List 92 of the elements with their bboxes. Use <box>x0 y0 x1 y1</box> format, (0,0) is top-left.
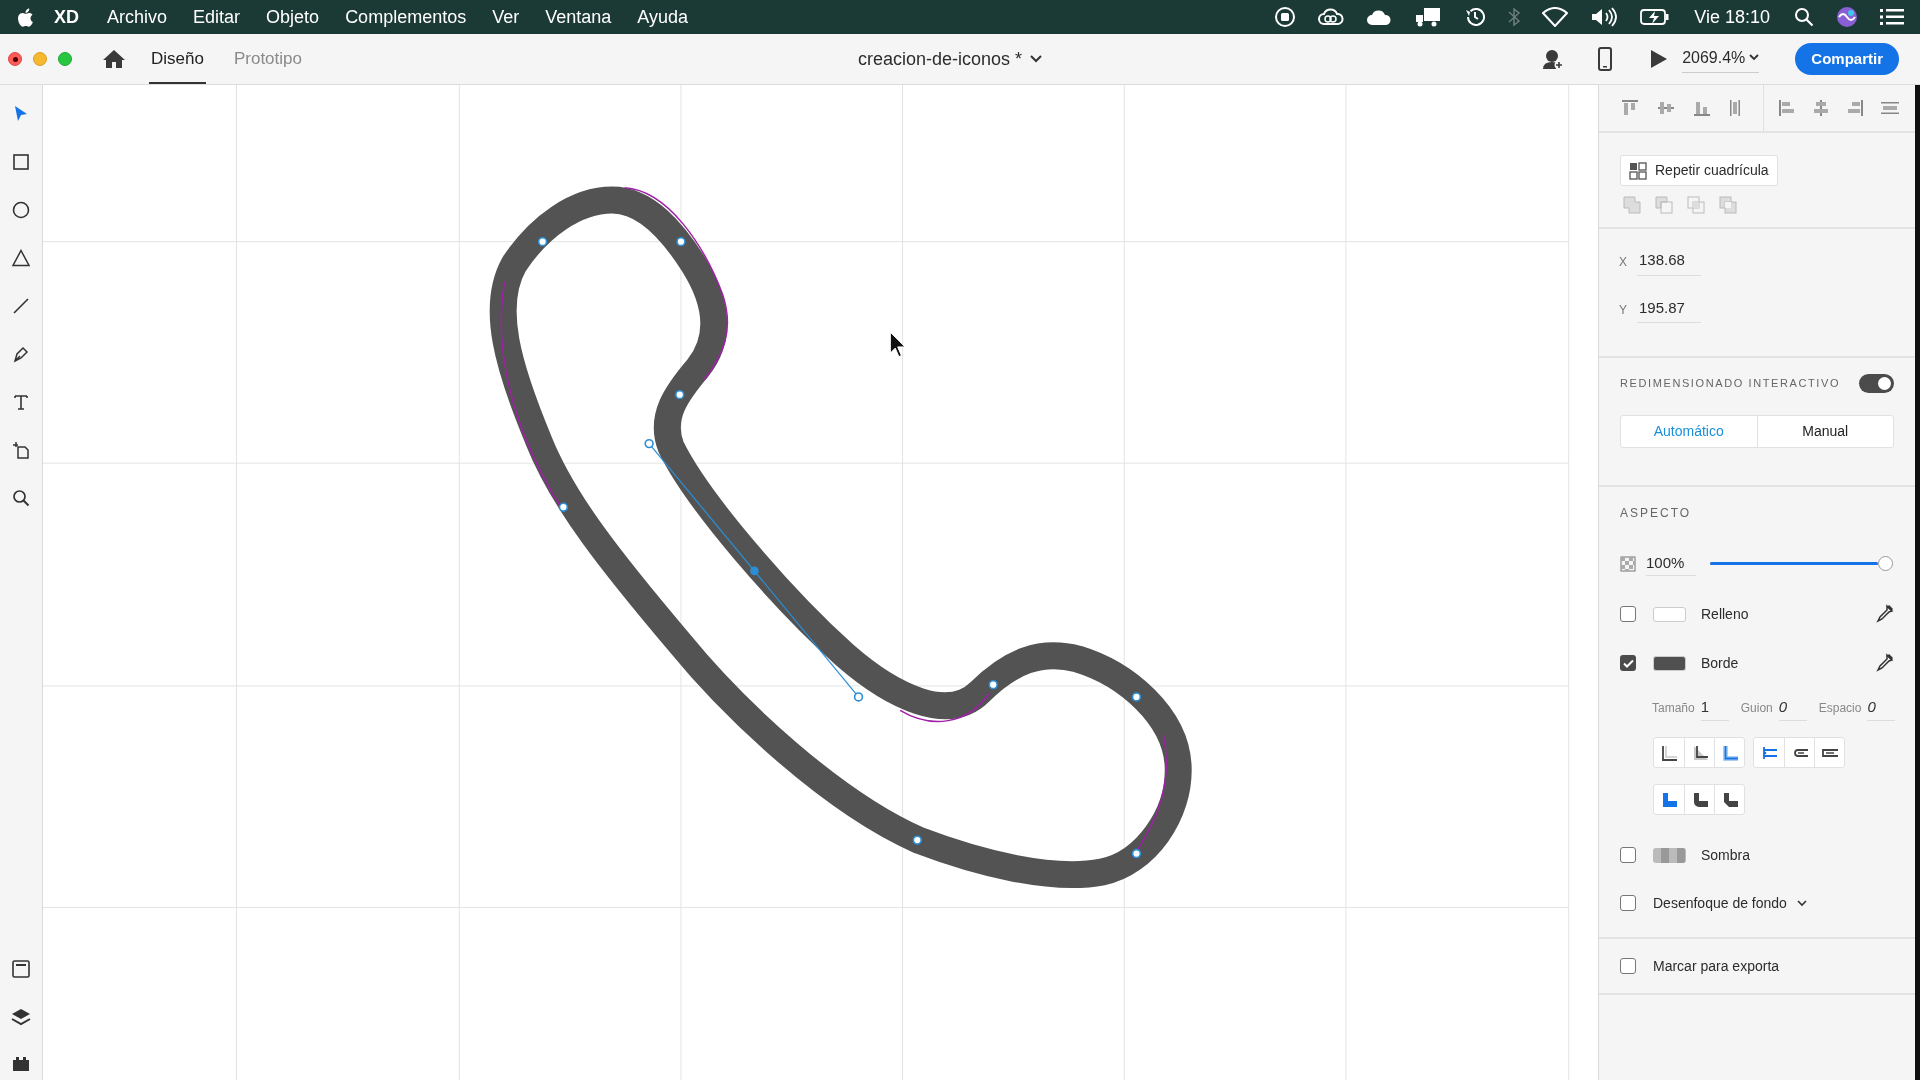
play-icon[interactable] <box>1650 49 1669 69</box>
design-canvas[interactable] <box>43 85 1598 1080</box>
x-label: X <box>1619 254 1627 272</box>
checkbox[interactable] <box>1620 655 1636 671</box>
clock-history-icon[interactable] <box>1464 6 1487 28</box>
chevron-down-icon[interactable] <box>1030 55 1043 63</box>
pen-tool-icon[interactable] <box>12 345 30 363</box>
align-left-icon[interactable] <box>1778 99 1796 117</box>
chevron-down-icon <box>1749 54 1760 61</box>
plugins-icon[interactable] <box>12 1056 30 1072</box>
shadow-label: Sombra <box>1701 845 1751 865</box>
text-tool-icon[interactable] <box>12 393 30 411</box>
section-title: REDIMENSIONADO INTERACTIVO <box>1620 376 1841 392</box>
align-top-icon[interactable] <box>1621 99 1639 117</box>
mobile-device-icon[interactable] <box>1598 47 1613 71</box>
opacity-icon <box>1620 555 1636 572</box>
triangle-tool-icon[interactable] <box>12 249 30 267</box>
siri-icon[interactable] <box>1836 6 1858 28</box>
distribute-vertical-icon[interactable] <box>1729 99 1741 117</box>
resize-mode-option[interactable]: Manual <box>1756 416 1893 447</box>
app-name[interactable]: XD <box>54 3 79 31</box>
checkbox[interactable] <box>1620 606 1636 622</box>
line-tool-icon[interactable] <box>12 297 30 315</box>
align-bottom-icon[interactable] <box>1693 99 1711 117</box>
eyedropper-icon[interactable] <box>1874 653 1894 673</box>
stroke-field[interactable]: 0 <box>1867 695 1896 721</box>
checkbox[interactable] <box>1620 895 1636 911</box>
y-label: Y <box>1619 301 1627 319</box>
maximize-window-button[interactable] <box>58 52 72 66</box>
cloud-rings-icon[interactable] <box>1318 7 1345 27</box>
menu-item[interactable]: Ayuda <box>637 3 688 31</box>
stroke-field[interactable]: 0 <box>1778 695 1807 721</box>
appearance-label: Borde <box>1701 653 1740 673</box>
slider-thumb[interactable] <box>1878 556 1893 572</box>
menu-item[interactable]: Ver <box>492 3 520 31</box>
resize-mode-option[interactable]: Automático <box>1621 416 1757 447</box>
align-right-icon[interactable] <box>1846 99 1864 117</box>
record-icon[interactable] <box>1274 6 1297 28</box>
search-icon[interactable] <box>1794 7 1814 27</box>
x-position-field[interactable]: 138.68 <box>1637 249 1701 276</box>
color-swatch[interactable] <box>1653 655 1686 671</box>
zoom-tool-icon[interactable] <box>12 489 30 507</box>
appearance-label: Relleno <box>1701 604 1750 624</box>
opacity-field[interactable]: 100% <box>1646 552 1696 576</box>
opacity-slider-fill[interactable] <box>1710 562 1878 566</box>
phone-handset-drawing[interactable] <box>489 186 1192 889</box>
layers-icon[interactable] <box>11 1008 31 1026</box>
mark-for-export-label: Marcar para exporta <box>1653 956 1780 976</box>
stroke-field[interactable]: 1 <box>1700 695 1729 721</box>
checkbox[interactable] <box>1620 958 1636 974</box>
artboard-tool-icon[interactable] <box>12 441 30 459</box>
eyedropper-icon[interactable] <box>1874 604 1894 624</box>
menu-bar-clock[interactable]: Vie 18:10 <box>1694 3 1770 31</box>
rectangle-tool-icon[interactable] <box>12 153 30 171</box>
stroke-field-label: Espacio <box>1818 700 1862 718</box>
assets-panel-icon[interactable] <box>12 960 30 978</box>
menu-item[interactable]: Archivo <box>107 3 168 31</box>
menu-item[interactable]: Complementos <box>345 3 467 31</box>
menu-item[interactable]: Editar <box>193 3 241 31</box>
truck-icon[interactable] <box>1414 6 1443 28</box>
y-position-field[interactable]: 195.87 <box>1637 296 1701 323</box>
ellipse-tool-icon[interactable] <box>12 201 30 219</box>
align-middle-icon[interactable] <box>1657 99 1675 117</box>
stroke-field-label: Tamaño <box>1652 700 1695 718</box>
background-blur-label: Desenfoque de fondo <box>1653 893 1787 913</box>
distribute-horizontal-icon[interactable] <box>1880 101 1900 115</box>
color-swatch[interactable] <box>1653 606 1686 622</box>
battery-charging-icon[interactable] <box>1640 7 1671 27</box>
volume-icon[interactable] <box>1590 6 1619 28</box>
responsive-resize-toggle[interactable] <box>1859 374 1894 393</box>
checkbox[interactable] <box>1620 847 1636 863</box>
chevron-down-icon[interactable] <box>1796 899 1807 907</box>
document-title[interactable]: creacion-de-iconos * <box>858 45 1023 73</box>
mouse-cursor-icon <box>889 331 906 358</box>
section-title: ASPECTO <box>1620 505 1693 522</box>
home-icon[interactable] <box>103 49 125 69</box>
apple-logo-icon[interactable] <box>16 6 34 28</box>
menu-item[interactable]: Objeto <box>266 3 320 31</box>
close-window-button[interactable] <box>8 52 22 66</box>
repeat-grid-button[interactable]: Repetir cuadrícula <box>1620 155 1778 186</box>
share-button[interactable]: Compartir <box>1795 43 1899 75</box>
grid-icon <box>1629 161 1647 180</box>
user-add-icon[interactable] <box>1542 48 1565 70</box>
align-center-icon[interactable] <box>1812 99 1830 117</box>
cloud-icon[interactable] <box>1366 8 1393 26</box>
shadow-swatch[interactable] <box>1653 847 1686 863</box>
stroke-field-label: Guion <box>1740 700 1773 718</box>
wifi-icon[interactable] <box>1542 7 1569 27</box>
menu-item[interactable]: Ventana <box>545 3 612 31</box>
zoom-dropdown[interactable]: 2069.4% <box>1682 45 1760 73</box>
bluetooth-icon[interactable] <box>1508 7 1521 27</box>
list-icon[interactable] <box>1880 8 1904 26</box>
